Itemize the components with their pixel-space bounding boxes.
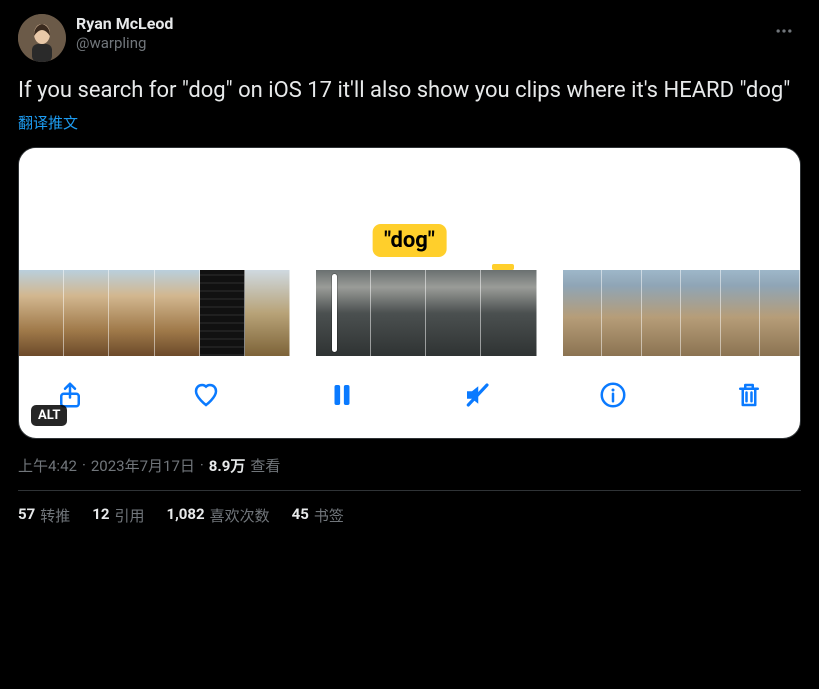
avatar[interactable] bbox=[18, 14, 66, 62]
views-label: 查看 bbox=[250, 455, 280, 476]
tweet-time[interactable]: 上午4:42 bbox=[18, 455, 77, 476]
bookmarks-count: 45 bbox=[292, 505, 309, 526]
thumbnail bbox=[760, 270, 800, 356]
more-button[interactable] bbox=[767, 14, 801, 48]
views-count: 8.9万 bbox=[209, 455, 246, 476]
bookmarks-stat[interactable]: 45 书签 bbox=[292, 505, 344, 526]
thumbnail bbox=[200, 270, 245, 356]
thumbnail bbox=[109, 270, 154, 356]
thumbnail bbox=[642, 270, 682, 356]
display-name: Ryan McLeod bbox=[76, 14, 173, 34]
tweet-text: If you search for "dog" on iOS 17 it'll … bbox=[18, 76, 801, 106]
heart-icon[interactable] bbox=[189, 378, 223, 412]
tweet-date[interactable]: 2023年7月17日 bbox=[91, 455, 195, 476]
thumbnail bbox=[681, 270, 721, 356]
author-name-block[interactable]: Ryan McLeod @warpling bbox=[76, 14, 173, 53]
media-inner: "dog" bbox=[19, 148, 800, 438]
thumbnail bbox=[19, 270, 64, 356]
retweets-count: 57 bbox=[18, 505, 35, 526]
translate-link[interactable]: 翻译推文 bbox=[18, 112, 801, 133]
trash-icon[interactable] bbox=[732, 378, 766, 412]
caption-bubble: "dog" bbox=[372, 224, 447, 257]
meta-row: 上午4:42 · 2023年7月17日 · 8.9万 查看 bbox=[18, 455, 801, 476]
media-card[interactable]: "dog" bbox=[18, 147, 801, 439]
quotes-stat[interactable]: 12 引用 bbox=[92, 505, 144, 526]
thumbnail bbox=[721, 270, 761, 356]
thumbnail bbox=[481, 270, 536, 356]
clip-group-3 bbox=[563, 270, 800, 356]
video-timeline[interactable] bbox=[19, 266, 800, 360]
alt-badge[interactable]: ALT bbox=[31, 405, 67, 426]
thumbnail bbox=[563, 270, 603, 356]
thumbnail bbox=[64, 270, 109, 356]
bookmarks-label: 书签 bbox=[314, 505, 344, 526]
thumbnail bbox=[316, 270, 371, 356]
retweets-label: 转推 bbox=[40, 505, 70, 526]
thumbnail bbox=[602, 270, 642, 356]
pause-icon[interactable] bbox=[325, 378, 359, 412]
likes-label: 喜欢次数 bbox=[210, 505, 270, 526]
likes-count: 1,082 bbox=[166, 505, 204, 526]
tweet-container: Ryan McLeod @warpling If you search for … bbox=[0, 0, 819, 526]
playhead[interactable] bbox=[332, 274, 337, 352]
thumbnail bbox=[245, 270, 290, 356]
quotes-count: 12 bbox=[92, 505, 109, 526]
quotes-label: 引用 bbox=[114, 505, 144, 526]
likes-stat[interactable]: 1,082 喜欢次数 bbox=[166, 505, 269, 526]
media-toolbar bbox=[19, 360, 800, 438]
handle: @warpling bbox=[76, 34, 173, 53]
mute-icon[interactable] bbox=[460, 378, 494, 412]
thumbnail bbox=[371, 270, 426, 356]
thumbnail bbox=[155, 270, 200, 356]
stats-row: 57 转推 12 引用 1,082 喜欢次数 45 书签 bbox=[18, 491, 801, 526]
separator: · bbox=[200, 456, 204, 474]
clip-group-1 bbox=[19, 270, 290, 356]
retweets-stat[interactable]: 57 转推 bbox=[18, 505, 70, 526]
tweet-header: Ryan McLeod @warpling bbox=[18, 14, 801, 62]
thumbnail bbox=[426, 270, 481, 356]
separator: · bbox=[82, 456, 86, 474]
clip-group-2 bbox=[316, 270, 537, 356]
info-icon[interactable] bbox=[596, 378, 630, 412]
